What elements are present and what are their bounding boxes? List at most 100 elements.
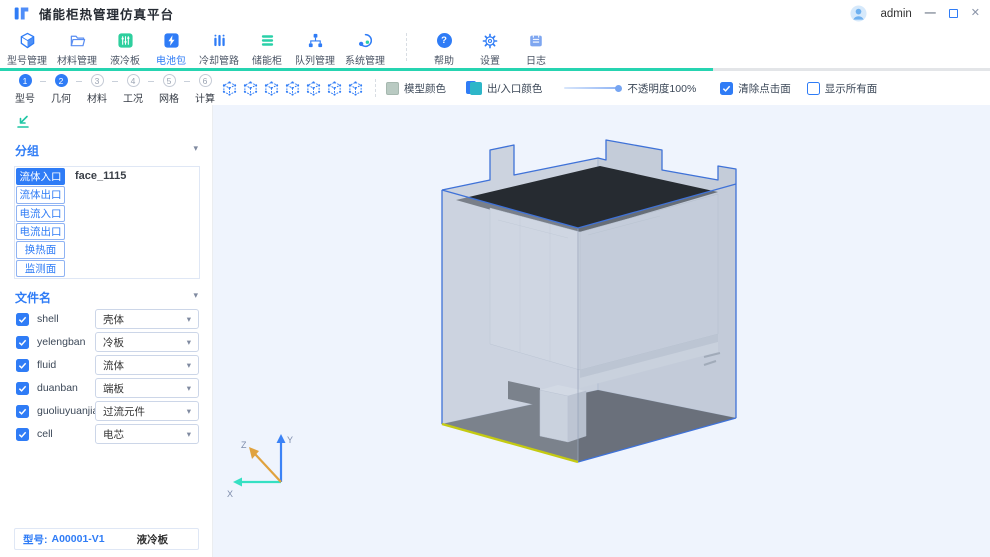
liquid-cold-plate-icon [117, 32, 134, 49]
main-nav: 型号管理 材料管理 液冷板 电池包 冷却管路 储能柜 队列管理 系统管理 ? 帮… [0, 27, 990, 68]
step-number: 6 [198, 74, 212, 87]
step-compute[interactable]: 6 计算 [190, 74, 220, 105]
file-checkbox[interactable] [16, 427, 29, 441]
app-logo-icon [14, 7, 29, 20]
nav-item-storage-cabinet[interactable]: 储能柜 [244, 31, 290, 68]
model-color-swatch[interactable] [386, 81, 399, 95]
cooling-pipes-icon [211, 32, 228, 49]
nav-label: 材料管理 [57, 56, 97, 67]
view-cube-icon-6[interactable] [327, 80, 342, 96]
step-geometry[interactable]: 2 几何 [46, 74, 76, 105]
settings-gear-icon [482, 32, 498, 49]
file-name: cell [37, 428, 53, 440]
view-cube-icon-1[interactable] [222, 80, 237, 96]
checkbox-icon[interactable] [720, 81, 734, 95]
file-type-select-guoliuyuanjian[interactable]: 过流元件 ▾ [95, 401, 199, 421]
nav-item-model-management[interactable]: 型号管理 [2, 31, 52, 68]
step-condition[interactable]: 4 工况 [118, 74, 148, 105]
view-cube-icon-5[interactable] [306, 80, 321, 96]
import-icon[interactable] [15, 114, 31, 130]
show-all-faces-checkbox[interactable]: 显示所有面 [806, 81, 877, 96]
nav-item-system-management[interactable]: 系统管理 [340, 31, 390, 68]
group-button-fluid-inlet[interactable]: 流体入口 [16, 168, 65, 186]
step-material[interactable]: 3 材料 [82, 74, 112, 105]
step-model[interactable]: 1 型号 [10, 74, 40, 105]
step-label: 材料 [87, 94, 107, 105]
view-cube-icon-2[interactable] [243, 80, 258, 96]
file-type-select-fluid[interactable]: 流体 ▾ [95, 355, 199, 375]
view-cube-icon-7[interactable] [348, 80, 363, 96]
view-cube-icon-4[interactable] [285, 80, 300, 96]
group-button-current-outlet[interactable]: 电流出口 [16, 222, 65, 241]
nav-item-help[interactable]: ? 帮助 [421, 31, 467, 68]
file-checkbox[interactable] [16, 404, 29, 418]
title-bar: 储能柜热管理仿真平台 admin — ✕ [0, 0, 990, 27]
step-mesh[interactable]: 5 网格 [154, 74, 184, 105]
close-icon[interactable]: ✕ [971, 8, 980, 19]
user-avatar[interactable] [850, 5, 867, 22]
nav-label: 冷却管路 [199, 56, 239, 67]
step-number: 2 [54, 74, 68, 87]
wizard-steps: 1 型号 2 几何 3 材料 4 工况 5 网格 6 计算 [10, 74, 220, 105]
file-checkbox[interactable] [16, 335, 29, 349]
view-cube-icon-3[interactable] [264, 80, 279, 96]
nav-item-battery-pack[interactable]: 电池包 [148, 31, 194, 68]
storage-cabinet-icon [259, 32, 276, 49]
username[interactable]: admin [880, 8, 911, 20]
groups-box: 流体入口 流体出口 电流入口 电流出口 换热面 监测面 face_1115 [14, 166, 200, 279]
nav-item-settings[interactable]: 设置 [467, 31, 513, 68]
opacity-slider[interactable] [564, 84, 623, 92]
file-checkbox[interactable] [16, 312, 29, 326]
inlet-outlet-color-label: 出/入口颜色 [487, 82, 543, 95]
help-icon: ? [436, 32, 452, 49]
file-name: fluid [37, 359, 57, 371]
nav-item-material-management[interactable]: 材料管理 [52, 31, 102, 68]
file-type-select-yelengban[interactable]: 冷板 ▾ [95, 332, 199, 352]
viewer-toolbar: 模型颜色 出/入口颜色 不透明度100% 清除点击面 显示所有面 [222, 71, 877, 105]
nav-label: 储能柜 [252, 56, 282, 67]
file-checkbox[interactable] [16, 358, 29, 372]
system-management-icon [357, 32, 374, 49]
group-face-list[interactable]: face_1115 [66, 167, 199, 278]
step-number: 4 [126, 74, 140, 87]
step-number: 1 [18, 74, 32, 87]
group-button-current-inlet[interactable]: 电流入口 [16, 204, 65, 222]
nav-label: 型号管理 [7, 56, 47, 67]
groups-collapse-caret-icon[interactable]: ▾ [193, 143, 198, 154]
axes-triad: X Y Z [227, 434, 293, 499]
file-name: yelengban [37, 336, 86, 348]
nav-label: 电池包 [156, 56, 186, 67]
step-label: 型号 [15, 94, 35, 105]
file-row-shell: shell 壳体 ▾ [0, 309, 213, 329]
inlet-outlet-color-swatch[interactable] [466, 81, 482, 95]
nav-item-queue-management[interactable]: 队列管理 [290, 31, 340, 68]
file-checkbox[interactable] [16, 381, 29, 395]
model-number-label: 型号: [23, 533, 48, 546]
maximize-icon[interactable] [948, 9, 958, 18]
opacity-slider-knob[interactable] [615, 84, 623, 92]
file-type-select-cell[interactable]: 电芯 ▾ [95, 424, 199, 444]
minimize-icon[interactable]: — [925, 8, 936, 19]
nav-item-liquid-cold-plate[interactable]: 液冷板 [102, 31, 148, 68]
component-name: 液冷板 [136, 533, 169, 546]
caret-down-icon: ▾ [186, 405, 191, 416]
file-type-select-duanban[interactable]: 端板 ▾ [95, 378, 199, 398]
group-button-heat-exchange[interactable]: 换热面 [16, 241, 65, 259]
model-3d-cabinet[interactable] [420, 138, 760, 474]
face-item[interactable]: face_1115 [75, 170, 126, 182]
nav-item-cooling-pipes[interactable]: 冷却管路 [194, 31, 244, 68]
group-button-monitor-face[interactable]: 监测面 [16, 259, 65, 277]
left-panel: 分组 ▾ 流体入口 流体出口 电流入口 电流出口 换热面 监测面 face_11… [0, 105, 213, 557]
checkbox-icon[interactable] [806, 81, 820, 95]
group-button-column: 流体入口 流体出口 电流入口 电流出口 换热面 监测面 [15, 167, 66, 278]
nav-item-log[interactable]: 日志 [513, 31, 559, 68]
clear-clicked-face-checkbox[interactable]: 清除点击面 [720, 81, 791, 96]
caret-down-icon: ▾ [186, 382, 191, 393]
caret-down-icon: ▾ [186, 359, 191, 370]
viewport-3d[interactable]: X Y Z [213, 105, 990, 557]
file-type-select-shell[interactable]: 壳体 ▾ [95, 309, 199, 329]
nav-label: 设置 [480, 56, 500, 67]
opacity-label: 不透明度100% [627, 82, 697, 95]
group-button-fluid-outlet[interactable]: 流体出口 [16, 186, 65, 204]
files-collapse-caret-icon[interactable]: ▾ [193, 290, 198, 301]
